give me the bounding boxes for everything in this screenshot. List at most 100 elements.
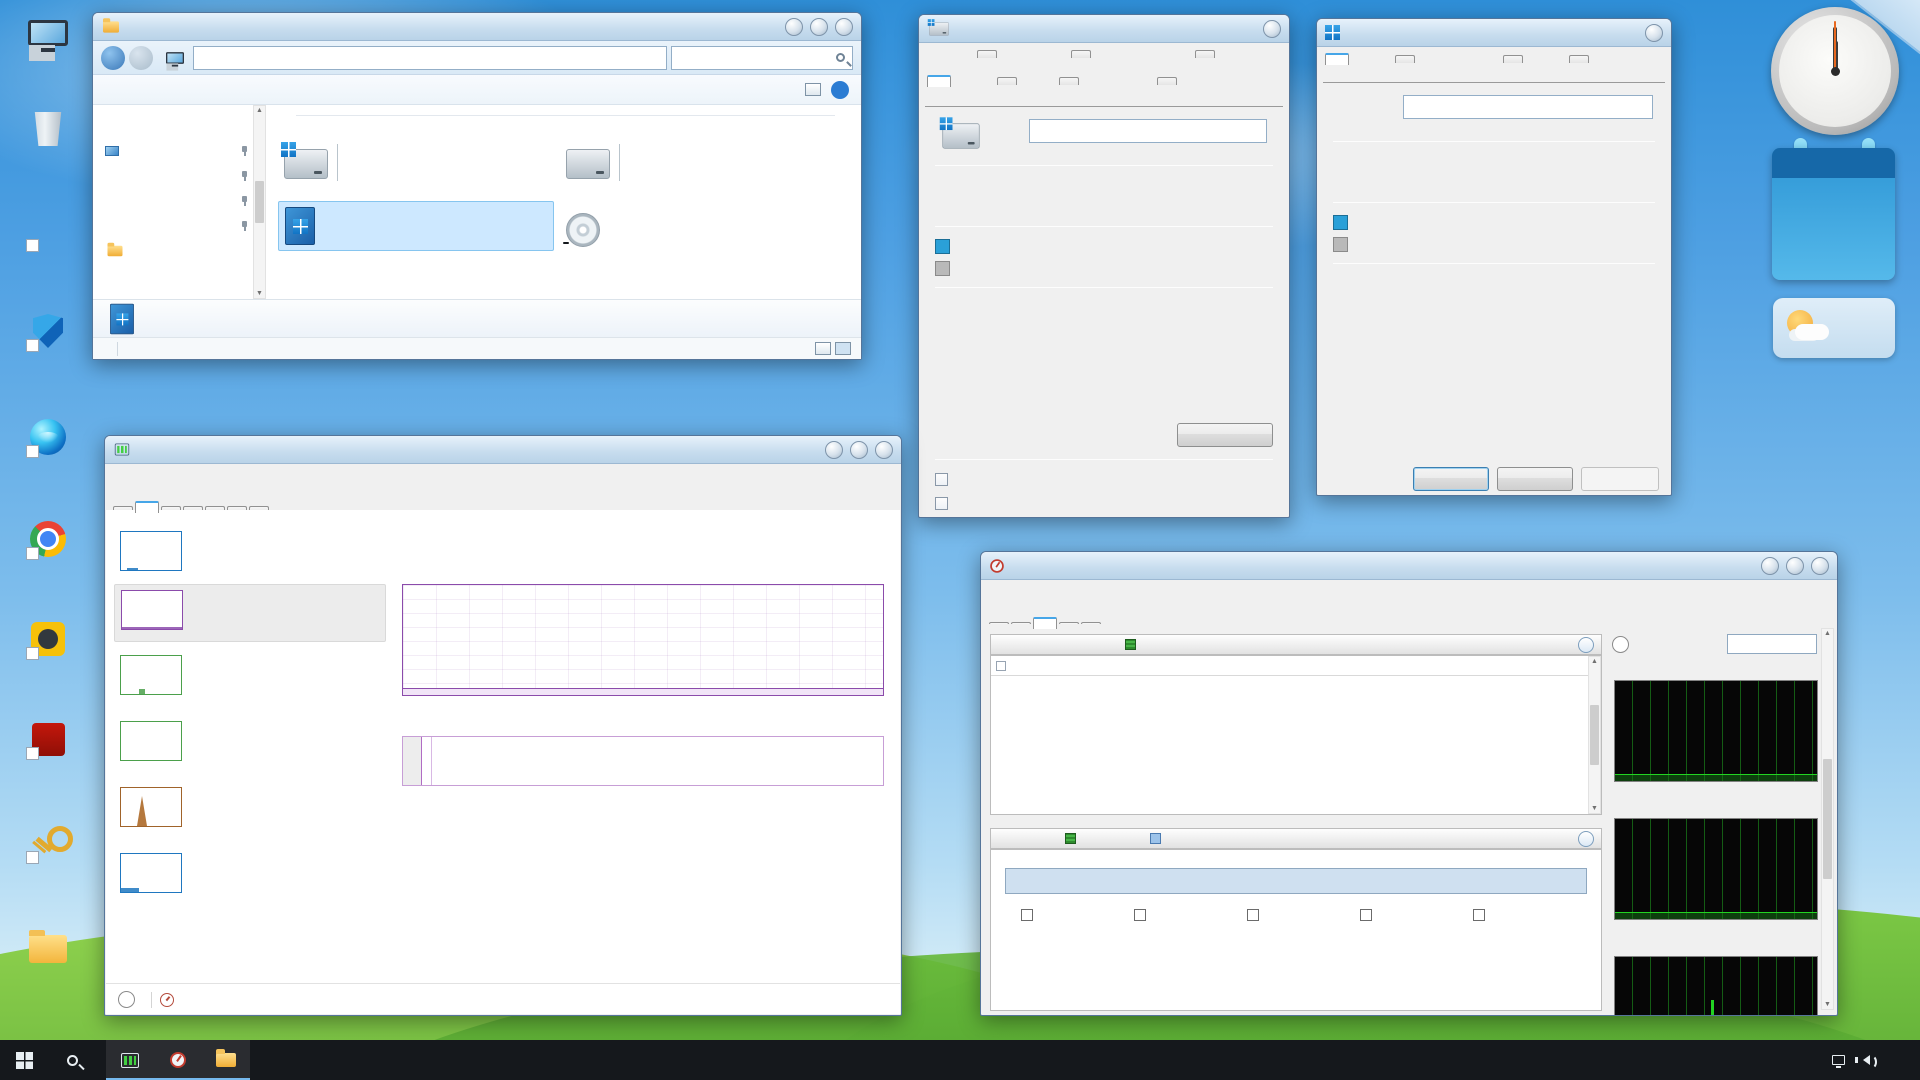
- close-button[interactable]: [1811, 557, 1829, 575]
- tab-performance[interactable]: [135, 501, 159, 513]
- table-header-row[interactable]: [991, 656, 1601, 676]
- desktop-icon-settings[interactable]: [6, 210, 90, 256]
- network-tray-icon[interactable]: [1832, 1055, 1845, 1065]
- back-button[interactable]: [101, 46, 125, 70]
- table-scrollbar[interactable]: ▲▼: [1588, 656, 1601, 814]
- weather-gadget[interactable]: [1773, 298, 1895, 358]
- index-checkbox-row[interactable]: [935, 497, 1271, 510]
- close-button[interactable]: [1645, 24, 1663, 42]
- scrollbar-thumb[interactable]: [255, 181, 264, 223]
- sidebar-item-win10-folder[interactable]: [93, 238, 253, 263]
- perf-item-ethernet[interactable]: [114, 782, 386, 840]
- sidebar-item-documents[interactable]: [93, 188, 253, 213]
- taskbar-app-task-manager[interactable]: [106, 1040, 154, 1080]
- taskbar-search-button[interactable]: [48, 1040, 96, 1080]
- collapse-graph-panel-icon[interactable]: [1612, 636, 1629, 653]
- volume-label-input[interactable]: [1029, 119, 1267, 143]
- perf-item-memory-selected[interactable]: [114, 584, 386, 642]
- physical-memory-section-header[interactable]: [990, 828, 1602, 849]
- ok-button[interactable]: [1413, 467, 1489, 491]
- memory-composition-bar[interactable]: [402, 736, 884, 786]
- desktop-icon-potplayer[interactable]: [6, 618, 90, 664]
- desktop-icon-edge[interactable]: [6, 416, 90, 462]
- maximize-button[interactable]: [810, 18, 828, 36]
- desktop-icon-this-pc[interactable]: [6, 12, 90, 58]
- scroll-down-icon[interactable]: ▼: [256, 290, 263, 297]
- collapse-section-icon[interactable]: [1578, 831, 1594, 847]
- perf-item-disk1[interactable]: [114, 716, 386, 774]
- apply-button-disabled[interactable]: [1581, 467, 1659, 491]
- tab-general[interactable]: [927, 75, 951, 87]
- select-all-checkbox[interactable]: [996, 661, 1006, 671]
- tab-customize[interactable]: [1569, 55, 1589, 63]
- collapse-section-icon[interactable]: [1578, 637, 1594, 653]
- tab-tools[interactable]: [997, 77, 1017, 85]
- desktop-icon-recycle-bin[interactable]: [6, 108, 90, 154]
- help-icon[interactable]: [831, 81, 849, 99]
- search-input[interactable]: [671, 46, 853, 70]
- checkbox-checked[interactable]: [935, 497, 948, 510]
- volume-label-input[interactable]: [1403, 95, 1653, 119]
- tab-hardware[interactable]: [1059, 77, 1079, 85]
- processes-section-header[interactable]: [990, 634, 1602, 655]
- volume-tray-icon[interactable]: [1858, 1055, 1870, 1065]
- perf-item-disk0[interactable]: [114, 650, 386, 708]
- fewer-details-icon[interactable]: [118, 991, 135, 1008]
- minimize-button[interactable]: [785, 18, 803, 36]
- scroll-up-icon[interactable]: ▲: [256, 107, 263, 114]
- maximize-button[interactable]: [1786, 557, 1804, 575]
- window-scrollbar[interactable]: ▲▼: [1821, 628, 1834, 1010]
- close-button[interactable]: [1263, 20, 1281, 38]
- taskbar-app-explorer[interactable]: [202, 1040, 250, 1080]
- desktop-icon-windows-security[interactable]: [6, 310, 90, 356]
- sidebar-item-pictures[interactable]: [93, 213, 253, 238]
- compress-checkbox-row[interactable]: [935, 473, 956, 486]
- perf-item-gpu[interactable]: [114, 848, 386, 906]
- drive-tile-e-selected[interactable]: [278, 201, 554, 251]
- search-icon[interactable]: [836, 53, 845, 62]
- dialog-titlebar[interactable]: [1317, 19, 1671, 47]
- close-button[interactable]: [875, 441, 893, 459]
- tab-sharing[interactable]: [1503, 55, 1523, 63]
- minimize-button[interactable]: [1761, 557, 1779, 575]
- group-header-devices[interactable]: [280, 115, 835, 116]
- taskbar-app-resource-monitor[interactable]: [154, 1040, 202, 1080]
- close-button[interactable]: [835, 18, 853, 36]
- calendar-gadget[interactable]: [1772, 148, 1895, 280]
- taskmgr-titlebar[interactable]: [105, 436, 901, 464]
- minimize-button[interactable]: [825, 441, 843, 459]
- dialog-titlebar[interactable]: [919, 15, 1289, 43]
- desktop-icon-chrome[interactable]: [6, 518, 90, 564]
- sidebar-item-desktop[interactable]: [93, 138, 253, 163]
- drive-tile-d[interactable]: [566, 145, 830, 183]
- tab-previous-versions[interactable]: [1071, 50, 1091, 58]
- forward-button[interactable]: [129, 46, 153, 70]
- sidebar-scrollbar[interactable]: ▲▼: [253, 105, 266, 299]
- tab-hardware[interactable]: [1395, 55, 1415, 63]
- thumbnail-view-icon[interactable]: [835, 342, 851, 355]
- desktop-icon-activators[interactable]: [6, 822, 90, 868]
- tab-sharing[interactable]: [1157, 77, 1177, 85]
- tab-memory[interactable]: [1033, 617, 1057, 629]
- maximize-button[interactable]: [850, 441, 868, 459]
- explorer-titlebar[interactable]: [93, 13, 861, 41]
- desktop-icon-patches-fix[interactable]: [6, 925, 90, 971]
- tab-quota[interactable]: [1195, 50, 1215, 58]
- drive-tile-f[interactable]: [566, 211, 830, 247]
- tab-general[interactable]: [1325, 53, 1349, 65]
- start-button[interactable]: [0, 1040, 48, 1080]
- view-dropdown[interactable]: [1727, 634, 1817, 654]
- sidebar-item-quick-access[interactable]: [93, 113, 253, 138]
- address-bar[interactable]: [193, 46, 667, 70]
- desktop-icon-adobe-reader[interactable]: [6, 718, 90, 764]
- checkbox-unchecked[interactable]: [935, 473, 948, 486]
- resmon-titlebar[interactable]: [981, 552, 1837, 580]
- tab-security[interactable]: [977, 50, 997, 58]
- perf-item-cpu[interactable]: [114, 526, 386, 584]
- sidebar-item-downloads[interactable]: [93, 163, 253, 188]
- disk-cleanup-button[interactable]: [1177, 423, 1273, 447]
- change-view-icon[interactable]: [805, 83, 821, 96]
- list-view-icon[interactable]: [815, 342, 831, 355]
- cancel-button[interactable]: [1497, 467, 1573, 491]
- analog-clock-gadget[interactable]: [1771, 7, 1899, 135]
